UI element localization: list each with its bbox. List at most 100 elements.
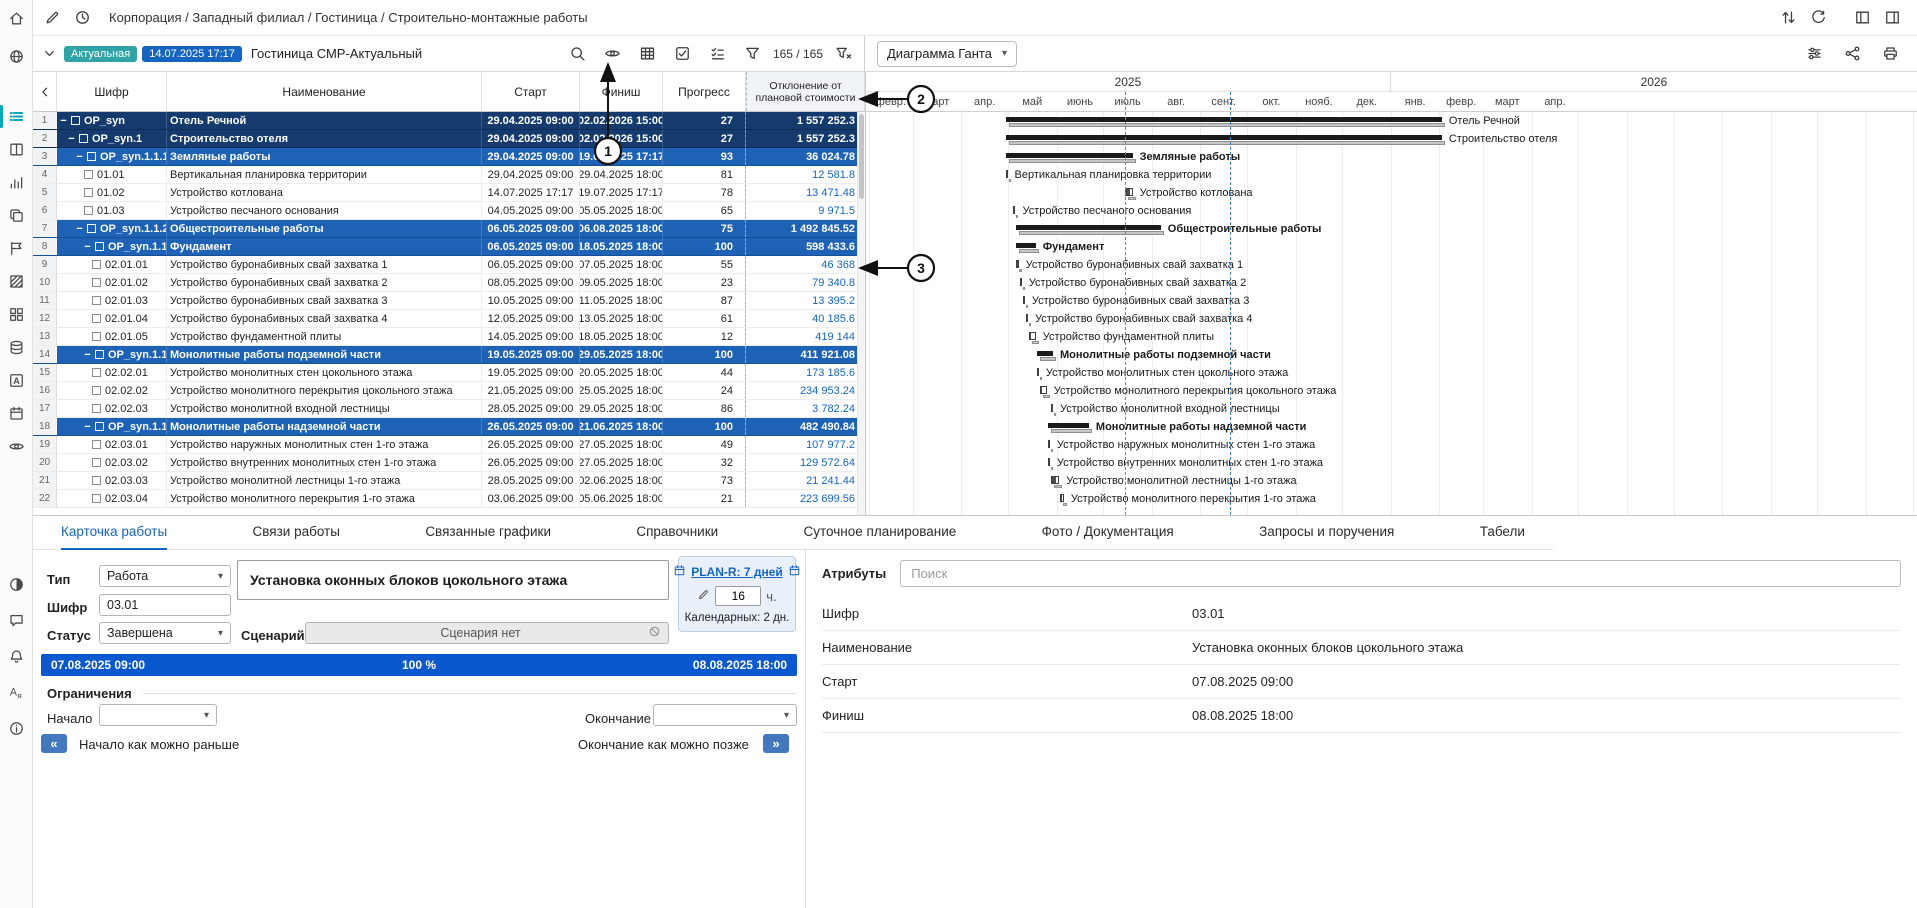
table-row[interactable]: 1702.02.03Устройство монолитной входной … (33, 400, 865, 418)
visibility-icon[interactable] (598, 39, 628, 69)
table-row[interactable]: 1502.02.01Устройство монолитных стен цок… (33, 364, 865, 382)
table-row[interactable]: 902.01.01Устройство буронабивных свай за… (33, 256, 865, 274)
tab-linked-schedules[interactable]: Связанные графики (425, 516, 551, 550)
gantt-bar[interactable] (1051, 429, 1092, 433)
board-icon[interactable] (0, 133, 33, 166)
table-row[interactable]: 3−OP_syn.1.1.1Земляные работы29.04.2025 … (33, 148, 865, 166)
copy-icon[interactable] (0, 199, 33, 232)
gantt-bar[interactable] (1019, 249, 1038, 253)
filter-icon[interactable] (738, 39, 768, 69)
panel-left-icon[interactable] (1847, 3, 1877, 33)
gantt-bar[interactable] (1026, 314, 1028, 322)
check-list-icon[interactable] (703, 39, 733, 69)
panel-right-icon[interactable] (1877, 3, 1907, 33)
gantt-bar[interactable] (1023, 296, 1025, 304)
gantt-bar[interactable] (1054, 485, 1062, 488)
row-checkbox[interactable] (92, 476, 101, 485)
table-row[interactable]: 2−OP_syn.1Строительство отеля29.04.2025 … (33, 130, 865, 148)
bell-icon[interactable] (0, 640, 33, 673)
jump-to-finish-button[interactable]: » (763, 734, 789, 753)
sliders-icon[interactable] (1799, 39, 1829, 69)
attributes-search-input[interactable] (900, 560, 1901, 587)
plan-r-link[interactable]: PLAN-R: 7 дней (691, 565, 783, 579)
vertical-scrollbar[interactable] (857, 112, 865, 515)
column-header-finish[interactable]: Финиш (580, 72, 663, 111)
table-row[interactable]: 1902.03.01Устройство наружных монолитных… (33, 436, 865, 454)
table-row[interactable]: 1002.01.02Устройство буронабивных свай з… (33, 274, 865, 292)
gantt-bar[interactable] (1006, 170, 1008, 178)
gantt-bar[interactable] (1020, 278, 1022, 286)
jump-to-start-button[interactable]: « (41, 734, 67, 753)
calendar-icon[interactable] (0, 397, 33, 430)
gantt-bar[interactable] (1051, 476, 1059, 484)
gantt-bar[interactable] (1051, 404, 1053, 412)
gantt-bar[interactable] (1006, 153, 1133, 158)
home-icon[interactable] (0, 2, 33, 35)
swap-vertical-icon[interactable] (1773, 3, 1803, 33)
table-row[interactable]: 401.01Вертикальная планировка территории… (33, 166, 865, 184)
collapse-columns-icon[interactable] (38, 85, 52, 99)
globe-icon[interactable] (0, 40, 33, 73)
grid-icon[interactable] (0, 298, 33, 331)
code-input[interactable] (99, 594, 231, 616)
tab-requests[interactable]: Запросы и поручения (1259, 516, 1394, 550)
row-checkbox[interactable] (92, 296, 101, 305)
flag-icon[interactable] (0, 232, 33, 265)
row-checkbox[interactable] (84, 206, 93, 215)
gantt-bar[interactable] (1043, 395, 1050, 398)
gantt-bar[interactable] (1128, 197, 1136, 200)
tab-photo-documentation[interactable]: Фото / Документация (1042, 516, 1174, 550)
gantt-bar[interactable] (1009, 179, 1011, 182)
row-checkbox[interactable] (95, 242, 104, 251)
column-header-progress[interactable]: Прогресс (663, 72, 746, 111)
gantt-bar[interactable] (1009, 159, 1136, 163)
pencil-icon[interactable] (37, 3, 67, 33)
gantt-bar[interactable] (1040, 357, 1056, 361)
gantt-bar[interactable] (1040, 386, 1047, 394)
gantt-bar[interactable] (1032, 341, 1039, 344)
gantt-bar[interactable] (1048, 458, 1050, 466)
gantt-bar[interactable] (1054, 413, 1056, 416)
table-row[interactable]: 2202.03.04Устройство монолитного перекры… (33, 490, 865, 508)
info-icon[interactable] (0, 712, 33, 745)
gantt-bar[interactable] (1006, 135, 1442, 140)
gantt-bar[interactable] (1051, 467, 1053, 470)
translate-icon[interactable]: Aя (0, 676, 33, 709)
table-row[interactable]: 1102.01.03Устройство буронабивных свай з… (33, 292, 865, 310)
history-icon[interactable] (67, 3, 97, 33)
row-checkbox[interactable] (92, 314, 101, 323)
tab-work-card[interactable]: Карточка работы (61, 516, 167, 550)
gantt-bar[interactable] (1060, 494, 1064, 502)
share-icon[interactable] (1837, 39, 1867, 69)
tab-references[interactable]: Справочники (636, 516, 718, 550)
collapse-toggle[interactable]: − (84, 241, 91, 253)
check-square-icon[interactable] (668, 39, 698, 69)
row-checkbox[interactable] (92, 494, 101, 503)
gantt-bar[interactable] (1016, 215, 1018, 218)
gantt-bar[interactable] (1023, 287, 1025, 290)
gantt-bar[interactable] (1029, 332, 1036, 340)
gantt-bar[interactable] (1006, 117, 1442, 122)
type-select[interactable]: Работа▾ (99, 565, 231, 587)
row-checkbox[interactable] (84, 170, 93, 179)
collapse-toggle[interactable]: − (84, 421, 91, 433)
eye-icon[interactable] (0, 430, 33, 463)
gantt-bar[interactable] (1037, 351, 1053, 356)
collapse-tree-icon[interactable] (39, 39, 59, 69)
gantt-bar[interactable] (1009, 141, 1445, 145)
gantt-bar[interactable] (1026, 305, 1028, 308)
row-checkbox[interactable] (84, 188, 93, 197)
table-columns-icon[interactable] (633, 39, 663, 69)
column-header-start[interactable]: Старт (482, 72, 580, 111)
list-icon[interactable] (0, 100, 33, 133)
table-row[interactable]: 1602.02.02Устройство монолитного перекры… (33, 382, 865, 400)
gantt-bar[interactable] (1048, 423, 1089, 428)
filter-clear-icon[interactable] (828, 39, 858, 69)
view-selector[interactable]: Диаграмма Ганта▾ (877, 41, 1017, 67)
work-name-field[interactable]: Установка оконных блоков цокольного этаж… (237, 560, 669, 600)
row-checkbox[interactable] (87, 224, 96, 233)
table-row[interactable]: 1−OP_synОтель Речной29.04.2025 09:0002.0… (33, 112, 865, 130)
row-checkbox[interactable] (92, 458, 101, 467)
gantt-bar[interactable] (1016, 243, 1035, 248)
table-row[interactable]: 601.03Устройство песчаного основания04.0… (33, 202, 865, 220)
